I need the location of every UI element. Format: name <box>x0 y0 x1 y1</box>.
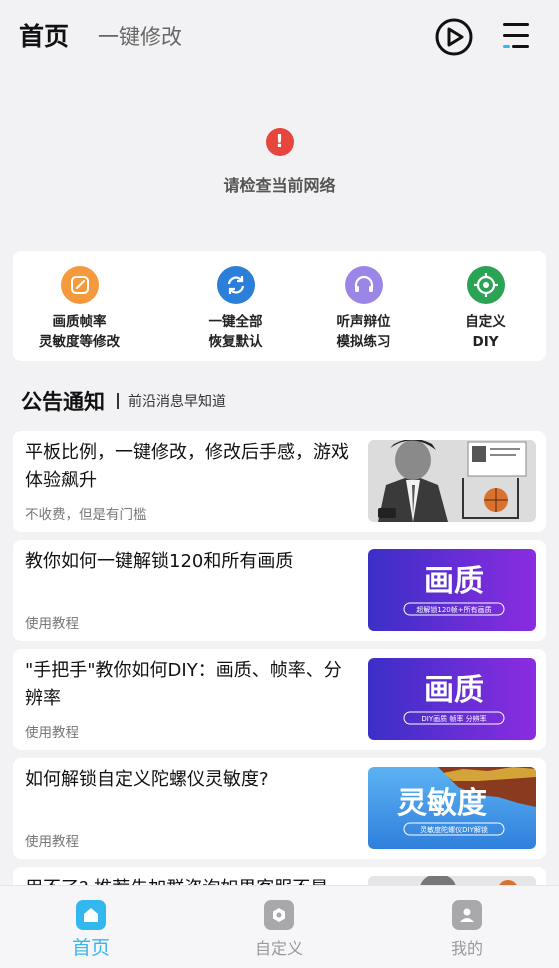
tab-label: 首页 <box>71 937 110 959</box>
error-message: 请检查当前网络 <box>223 176 336 195</box>
article-meta: 不收费，但是有门槛 <box>25 507 147 523</box>
quick-action-restore[interactable]: 一键全部 恢复默认 <box>169 266 302 352</box>
banner-big-text: 灵敏度 <box>397 786 487 821</box>
article-title: 教你如何一键解锁120和所有画质 <box>25 551 294 572</box>
banner-big-text: 画质 <box>424 673 484 708</box>
article-card[interactable]: 教你如何一键解锁120和所有画质 使用教程 画质 超解锁120帧+所有画质 <box>13 540 546 641</box>
home-icon <box>76 900 106 930</box>
quick-action-quality[interactable]: 画质帧率 灵敏度等修改 <box>13 266 146 352</box>
article-thumbnail: 画质 DIY画质 帧率 分辨率 <box>368 658 536 740</box>
article-card[interactable]: 平板比例，一键修改，修改后手感，游戏体验飙升 不收费，但是有门槛 <box>13 431 546 532</box>
article-thumbnail <box>368 440 536 522</box>
article-title: 如何解锁自定义陀螺仪灵敏度? <box>25 769 269 790</box>
tab-customize[interactable]: 自定义 <box>219 900 339 959</box>
article-meta: 使用教程 <box>25 725 79 741</box>
notice-header: 公告通知 前沿消息早知道 <box>21 386 226 416</box>
article-card[interactable]: "手把手"教你如何DIY：画质、帧率、分辨率 使用教程 画质 DIY画质 帧率 … <box>13 649 546 750</box>
page-title: 首页 <box>19 22 70 51</box>
tab-profile[interactable]: 我的 <box>407 900 527 959</box>
menu-icon[interactable] <box>500 20 532 52</box>
quick-action-sound[interactable]: 听声辩位 模拟练习 <box>297 266 430 352</box>
article-thumbnail: 画质 超解锁120帧+所有画质 <box>368 549 536 631</box>
article-meta: 使用教程 <box>25 616 79 632</box>
quick-action-label: 灵敏度等修改 <box>39 334 120 350</box>
tab-home[interactable]: 首页 <box>31 900 151 960</box>
bottom-tab-bar: 首页 自定义 我的 <box>0 885 559 968</box>
network-error: ! 请检查当前网络 <box>0 128 559 196</box>
article-meta: 使用教程 <box>25 834 79 850</box>
one-click-modify-link[interactable]: 一键修改 <box>98 22 182 52</box>
divider <box>117 393 119 409</box>
article-thumbnail: 灵敏度 灵敏度陀螺仪DIY解锁 <box>368 767 536 849</box>
notice-title: 公告通知 <box>21 390 105 414</box>
quick-action-label: 模拟练习 <box>336 334 391 350</box>
quick-action-label: 听声辩位 <box>336 314 391 330</box>
quick-action-label: 一键全部 <box>208 314 263 330</box>
headset-icon <box>344 266 383 304</box>
tab-label: 我的 <box>450 939 483 958</box>
refresh-icon <box>216 266 255 304</box>
tab-label: 自定义 <box>254 939 303 958</box>
article-card[interactable]: 如何解锁自定义陀螺仪灵敏度? 使用教程 灵敏度 灵敏度陀螺仪DIY解锁 <box>13 758 546 859</box>
quick-action-diy[interactable]: 自定义 DIY <box>419 266 552 352</box>
notice-subtitle: 前沿消息早知道 <box>128 394 226 410</box>
alert-icon: ! <box>265 128 294 156</box>
header: 首页 一键修改 <box>0 0 559 72</box>
edit-icon <box>60 266 99 304</box>
crosshair-icon <box>466 266 505 304</box>
quick-action-label: DIY <box>472 334 499 350</box>
profile-icon <box>452 900 482 930</box>
quick-action-label: 恢复默认 <box>208 334 263 350</box>
quick-action-label: 自定义 <box>465 314 506 330</box>
banner-small-text: DIY画质 帧率 分辨率 <box>421 714 486 723</box>
play-circle-icon[interactable] <box>434 17 474 57</box>
quick-action-label: 画质帧率 <box>52 314 107 330</box>
article-title: 平板比例，一键修改，修改后手感，游戏体验飙升 <box>25 442 349 491</box>
customize-icon <box>264 900 294 930</box>
banner-small-text: 超解锁120帧+所有画质 <box>416 605 491 614</box>
article-title: "手把手"教你如何DIY：画质、帧率、分辨率 <box>25 660 342 709</box>
banner-small-text: 灵敏度陀螺仪DIY解锁 <box>420 825 488 834</box>
banner-big-text: 画质 <box>424 564 484 599</box>
quick-actions: 画质帧率 灵敏度等修改 一键全部 恢复默认 听声辩位 模拟练习 自定义 DIY <box>13 251 546 361</box>
